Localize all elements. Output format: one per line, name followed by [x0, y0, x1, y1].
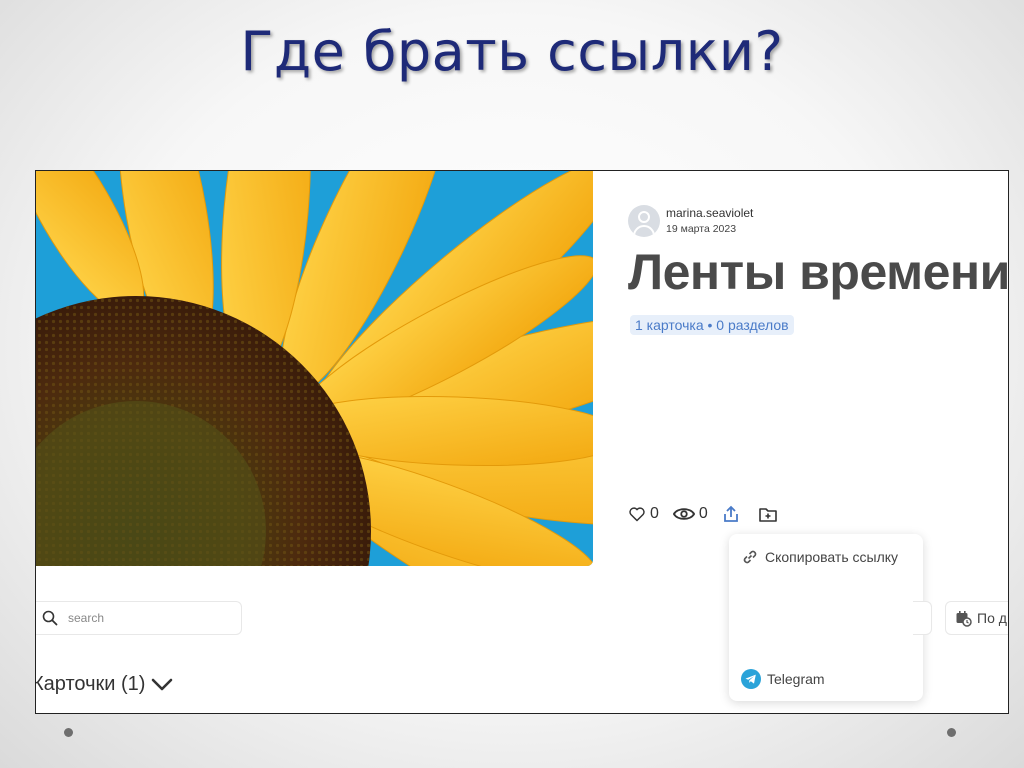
- post-author[interactable]: marina.seaviolet 19 марта 2023: [628, 205, 753, 237]
- eye-icon: [672, 508, 695, 520]
- like-count: 0: [650, 505, 659, 522]
- search-box[interactable]: [36, 601, 242, 635]
- link-icon: [743, 550, 757, 564]
- telegram-menu-item[interactable]: Telegram: [741, 669, 825, 689]
- post-date: 19 марта 2023: [666, 223, 737, 235]
- screenshot-frame: marina.seaviolet 19 марта 2023 Ленты вре…: [35, 170, 1009, 714]
- filter-control[interactable]: [913, 601, 932, 635]
- post-actions: 0 0: [628, 505, 796, 523]
- calendar-sort-icon: [956, 610, 972, 627]
- search-icon: [42, 610, 58, 626]
- add-to-folder-button[interactable]: [758, 505, 782, 523]
- telegram-icon: [741, 669, 761, 689]
- view-count: 0: [698, 505, 708, 522]
- user-avatar-icon[interactable]: [628, 205, 660, 237]
- folder-add-icon: [759, 508, 777, 522]
- share-button[interactable]: [722, 505, 744, 523]
- views-counter: 0: [672, 505, 708, 523]
- chevron-down-icon: [152, 678, 173, 690]
- slide-dot-right: [947, 728, 956, 737]
- heart-icon: [629, 507, 645, 522]
- slide-dot-left: [64, 728, 73, 737]
- copy-link-label: Скопировать ссылку: [765, 549, 899, 565]
- cover-image: [36, 171, 593, 566]
- search-input[interactable]: [66, 610, 210, 626]
- share-icon: [723, 505, 738, 522]
- slide-title: Где брать ссылки?: [240, 20, 784, 83]
- author-name[interactable]: marina.seaviolet: [666, 206, 753, 220]
- card-count-badge: 1 карточка • 0 разделов: [630, 315, 794, 335]
- telegram-label: Telegram: [767, 671, 825, 687]
- cards-section-toggle[interactable]: Карточки (1): [35, 673, 173, 696]
- copy-link-menu-item[interactable]: Скопировать ссылку: [741, 548, 898, 566]
- sort-label: По д: [977, 610, 1007, 626]
- cards-heading: Карточки (1): [35, 673, 146, 695]
- sort-button[interactable]: По д: [945, 601, 1008, 635]
- feed-title: Ленты времени: [628, 244, 1009, 300]
- share-menu: Скопировать ссылку Telegram: [729, 534, 923, 701]
- like-button[interactable]: 0: [628, 505, 659, 523]
